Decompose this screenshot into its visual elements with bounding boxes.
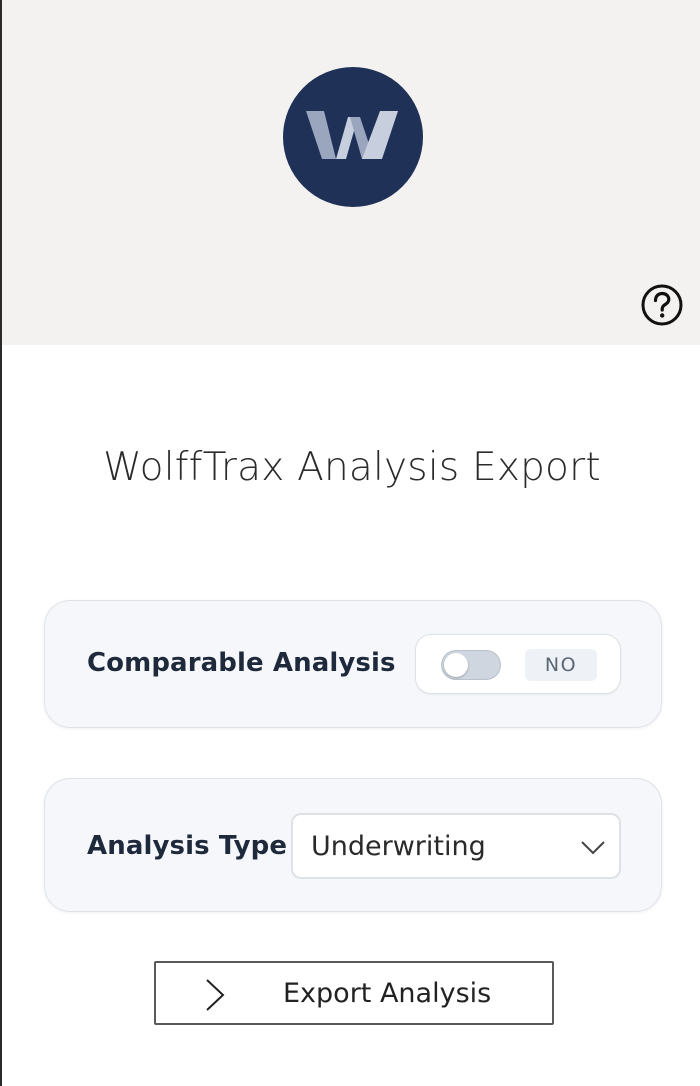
- export-analysis-button[interactable]: Export Analysis: [154, 961, 554, 1025]
- export-analysis-label: Export Analysis: [283, 978, 492, 1009]
- wolfftrax-logo: [283, 67, 423, 207]
- comparable-analysis-card: Comparable Analysis NO: [44, 600, 662, 728]
- header-banner: [2, 0, 700, 345]
- comparable-analysis-toggle[interactable]: [441, 650, 501, 680]
- comparable-analysis-label: Comparable Analysis: [87, 648, 396, 678]
- analysis-type-select[interactable]: Underwriting: [291, 813, 621, 879]
- page-title: WolffTrax Analysis Export: [103, 445, 601, 490]
- chevron-down-icon: [581, 841, 605, 855]
- page: WolffTrax Analysis Export Comparable Ana…: [0, 0, 700, 1086]
- chevron-right-icon: [206, 979, 225, 1011]
- help-button[interactable]: [640, 283, 684, 327]
- logo-w-mark: [306, 111, 398, 159]
- analysis-type-card: Analysis Type Underwriting: [44, 778, 662, 912]
- toggle-state-label: NO: [525, 649, 597, 681]
- analysis-type-label: Analysis Type: [87, 831, 288, 861]
- comparable-analysis-toggle-group: NO: [415, 634, 621, 694]
- help-circle-icon: [641, 284, 683, 326]
- analysis-type-value: Underwriting: [311, 831, 486, 862]
- toggle-knob: [444, 653, 468, 677]
